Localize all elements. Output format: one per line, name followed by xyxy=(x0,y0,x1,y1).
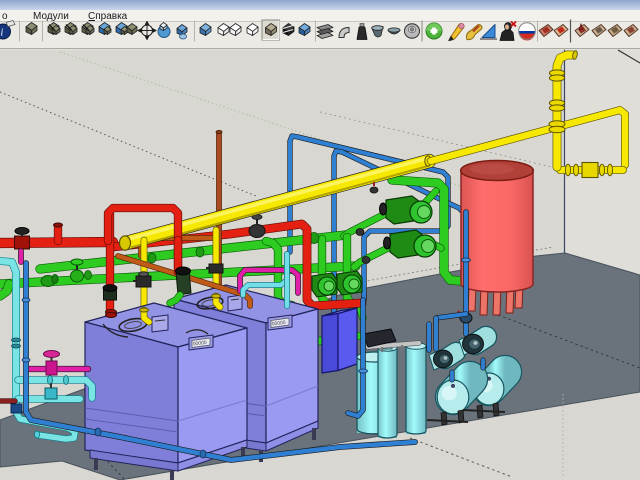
svg-text:о: о xyxy=(2,11,8,22)
svg-text:i: i xyxy=(1,28,4,39)
svg-text:Модули: Модули xyxy=(33,11,69,22)
